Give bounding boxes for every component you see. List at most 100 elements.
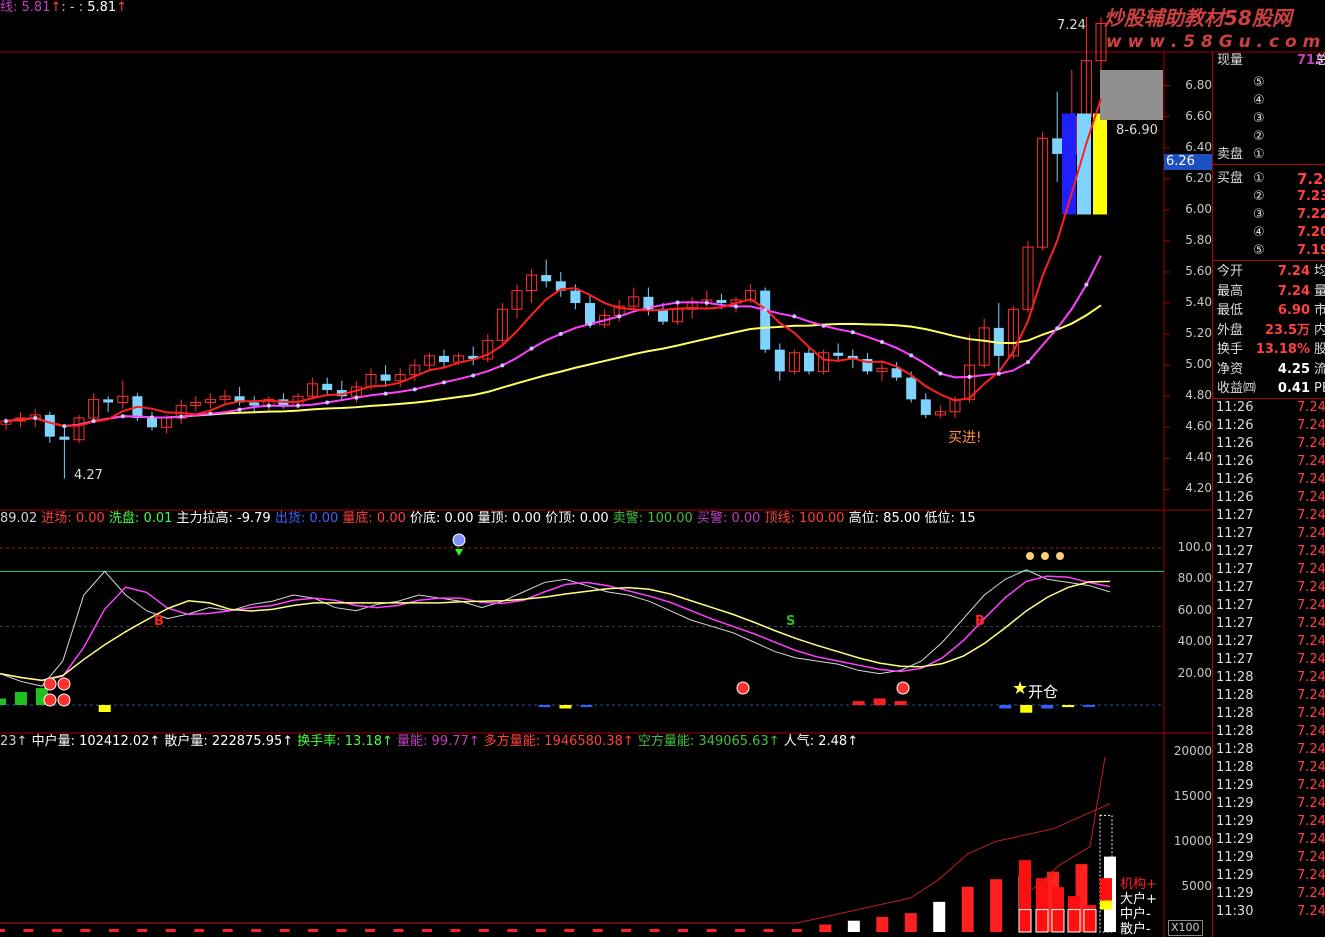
tick-row[interactable]: 11:26 7.24 (1213, 435, 1325, 453)
candle-body (1052, 138, 1063, 154)
price-axis-label: 5.60 (1185, 263, 1212, 278)
top-bar-sep: : - : (61, 0, 88, 15)
tick-row[interactable]: 11:29 7.24 (1213, 813, 1325, 831)
indicator-header-item: 低位: 15 (924, 511, 976, 526)
ma-dot (646, 305, 651, 310)
tick-row[interactable]: 11:28 7.24 (1213, 723, 1325, 741)
volume-bar (108, 929, 119, 932)
down-arrow-icon (455, 549, 463, 556)
ma-dot (850, 330, 855, 335)
volume-bar (961, 886, 974, 932)
price-axis-label: 5.00 (1185, 357, 1212, 372)
buy-order-row: ② 7.23 (1253, 189, 1325, 204)
tick-row[interactable]: 11:26 7.24 (1213, 399, 1325, 417)
ma-dot (588, 322, 592, 327)
signal-circle-icon (57, 677, 71, 691)
ma-yellow-line (5, 304, 1102, 428)
tick-row[interactable]: 11:27 7.24 (1213, 543, 1325, 561)
indicator-header-item: 价底: 0.00 (410, 511, 478, 526)
tick-row[interactable]: 11:27 7.24 (1213, 561, 1325, 579)
indicator-header: 89.02 进场: 0.00 洗盘: 0.01 主力拉高: -9.79 出货: … (0, 511, 976, 527)
tick-row[interactable]: 11:28 7.24 (1213, 669, 1325, 687)
tick-row[interactable]: 11:29 7.24 (1213, 885, 1325, 903)
indicator-d-line (0, 575, 1111, 682)
ma-dot (558, 331, 563, 336)
tick-row[interactable]: 11:27 7.24 (1213, 597, 1325, 615)
order-book-divider (1213, 164, 1325, 165)
sell-order-row: ④ (1253, 93, 1265, 108)
tick-row[interactable]: 11:30 7.24 (1213, 903, 1325, 921)
tick-row[interactable]: 11:29 7.24 (1213, 777, 1325, 795)
tick-row[interactable]: 11:29 7.24 (1213, 867, 1325, 885)
buy-order-row: ⑤ 7.19 (1253, 243, 1325, 258)
tick-row[interactable]: 11:28 7.24 (1213, 705, 1325, 723)
ma-dot (179, 414, 184, 419)
candle-body (658, 309, 668, 322)
volume-bar (251, 929, 262, 932)
tick-row[interactable]: 11:28 7.24 (1213, 759, 1325, 777)
volume-bar (990, 879, 1003, 932)
stock-chart-canvas[interactable] (0, 0, 1325, 937)
price-axis-label: 6.20 (1185, 170, 1212, 185)
candle-body (906, 377, 917, 400)
tick-row[interactable]: 11:28 7.24 (1213, 741, 1325, 759)
price-axis-label: 4.20 (1185, 481, 1212, 496)
sell-order-row: ① 卖盘 (1217, 147, 1265, 162)
candle-body (716, 299, 727, 304)
tick-row[interactable]: 11:27 7.24 (1213, 525, 1325, 543)
quote-row: 最高 7.24 量 (1217, 283, 1325, 299)
volume-bar (933, 901, 946, 932)
volume-bar (706, 929, 717, 932)
tick-row[interactable]: 11:26 7.24 (1213, 489, 1325, 507)
ma-dot (967, 374, 972, 379)
volume-bar (222, 929, 233, 932)
volume-bar (592, 929, 603, 932)
volume-bar (791, 929, 802, 932)
tick-row[interactable]: 11:29 7.24 (1213, 849, 1325, 867)
indicator-header-item: 顶线: 100.00 (764, 511, 849, 526)
volume-bar (649, 929, 660, 932)
volume-bar (507, 929, 518, 932)
ma-dot (325, 400, 330, 405)
indicator-histogram-bar (14, 692, 27, 705)
tick-row[interactable]: 11:27 7.24 (1213, 651, 1325, 669)
buy-order-row: ③ 7.22 (1253, 207, 1325, 222)
tick-row[interactable]: 11:28 7.24 (1213, 687, 1325, 705)
volume-bar (819, 924, 832, 932)
money-bag-icon (1041, 552, 1049, 560)
tick-row[interactable]: 11:29 7.24 (1213, 831, 1325, 849)
quote-row: 最低 6.90 市 (1217, 303, 1325, 318)
tick-row[interactable]: 11:27 7.24 (1213, 615, 1325, 633)
volume-legend-item: 散户- (1120, 922, 1151, 937)
buy-signal-label: 买进! (948, 430, 982, 446)
buy-order-row: ④ 7.20 (1253, 225, 1325, 240)
quote-row: 换手 13.18% 股 (1217, 342, 1325, 357)
ma-dot (296, 403, 300, 408)
tick-row[interactable]: 11:26 7.24 (1213, 471, 1325, 489)
tick-row[interactable]: 11:26 7.24 (1213, 453, 1325, 471)
volume-bar (365, 929, 375, 932)
ma-dot (150, 415, 154, 420)
indicator-b2-label: B (975, 614, 985, 629)
tick-row[interactable]: 11:27 7.24 (1213, 579, 1325, 597)
tick-row[interactable]: 11:29 7.24 (1213, 795, 1325, 813)
tick-row[interactable]: 11:26 7.24 (1213, 417, 1325, 435)
ma-dot (354, 395, 359, 400)
indicator-b-label: B (154, 614, 164, 629)
highlight-bar (1093, 113, 1107, 215)
star-icon: ★ (1012, 678, 1029, 699)
indicator-header-item: 洗盘: 0.01 (108, 511, 177, 526)
volume-bar (0, 929, 5, 932)
volume-header-item: 换手率: 13.18↑ (297, 734, 398, 749)
volume-bar (904, 913, 917, 932)
indicator-header-item: 出货: 0.00 (274, 511, 343, 526)
volume-bar (279, 929, 290, 932)
volume-bar (478, 929, 489, 932)
price-axis-label: 5.40 (1185, 295, 1212, 310)
candle-body (541, 275, 552, 282)
ma-dot (996, 371, 1001, 376)
tick-row[interactable]: 11:27 7.24 (1213, 633, 1325, 651)
tick-row[interactable]: 11:27 7.24 (1213, 507, 1325, 525)
ma-magenta-line (5, 255, 1102, 428)
sell-order-row: ③ (1253, 111, 1265, 126)
